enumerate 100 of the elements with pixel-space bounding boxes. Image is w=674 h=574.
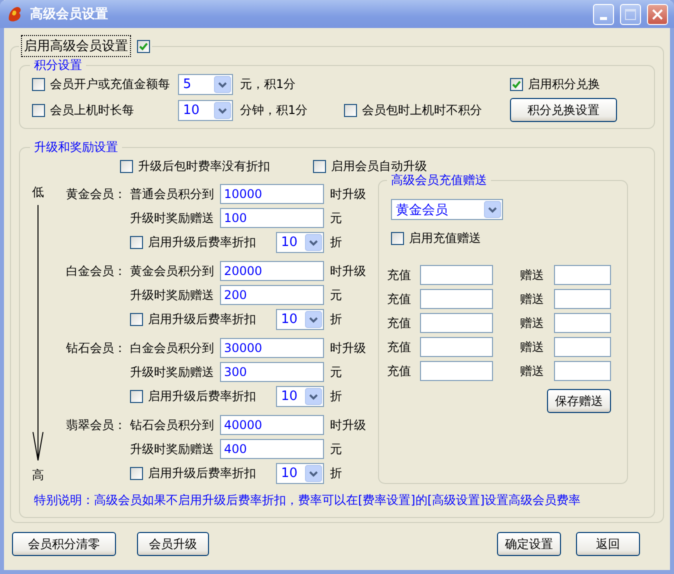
- field-label: 赠送: [519, 338, 545, 356]
- recharge-input[interactable]: [420, 361, 493, 381]
- unit-label: 元: [329, 364, 343, 380]
- unit-label: 元: [329, 210, 343, 226]
- unit-label: 元: [329, 440, 343, 458]
- checkbox-label: 启用升级后费率折扣: [148, 465, 256, 482]
- checkbox[interactable]: [130, 313, 143, 326]
- checkbox[interactable]: [32, 104, 45, 116]
- reward-input[interactable]: 400: [220, 439, 324, 459]
- bonus-input[interactable]: [554, 289, 611, 309]
- field-label: 升级时奖励赠送: [130, 286, 215, 304]
- minimize-button[interactable]: [593, 4, 614, 24]
- scale-label: 低: [32, 184, 44, 201]
- reward-input[interactable]: 200: [220, 285, 324, 305]
- points-input[interactable]: 20000: [220, 261, 324, 281]
- note-text: 特别说明：高级会员如果不启用升级后费率折扣，费率可以在[费率设置]的[高级设置]设置高级会员费率: [33, 492, 582, 509]
- close-button[interactable]: [647, 4, 668, 24]
- dropdown[interactable]: 10: [276, 386, 324, 407]
- checkbox-label: 启用充值赠送: [409, 230, 481, 247]
- dropdown[interactable]: 10: [178, 100, 233, 120]
- bonus-input[interactable]: [554, 361, 611, 381]
- reward-input[interactable]: 100: [220, 208, 324, 228]
- bonus-input[interactable]: [554, 265, 611, 285]
- points-input[interactable]: 40000: [220, 415, 324, 435]
- dropdown[interactable]: 黄金会员: [391, 199, 503, 220]
- unit-label: 折: [329, 234, 343, 251]
- scale-label: 高: [32, 467, 44, 484]
- close-icon: [652, 8, 663, 20]
- action-button[interactable]: 会员升级: [137, 532, 209, 556]
- save-bonus-button[interactable]: 保存赠送: [547, 389, 611, 413]
- unit-label: 分钟，积1分: [240, 102, 309, 118]
- field-label: 赠送: [519, 290, 545, 308]
- unit-label: 折: [329, 465, 343, 482]
- checkbox[interactable]: [344, 104, 357, 116]
- field-label: 充值: [387, 290, 412, 308]
- field-label: 普通会员积分到: [130, 186, 215, 202]
- action-button[interactable]: 确定设置: [497, 532, 561, 556]
- dropdown[interactable]: 10: [276, 463, 324, 484]
- checkbox[interactable]: [510, 78, 523, 91]
- action-button[interactable]: 返回: [576, 532, 640, 556]
- field-label: 充值: [387, 266, 412, 284]
- checkbox[interactable]: [137, 40, 150, 52]
- field-label: 充值: [387, 362, 412, 380]
- recharge-input[interactable]: [420, 313, 493, 333]
- checkbox-label: 会员上机时长每: [50, 102, 134, 118]
- checkbox-label: 启用积分兑换: [528, 76, 600, 93]
- checkbox[interactable]: [313, 160, 326, 172]
- unit-label: 时升级: [329, 262, 366, 280]
- checkbox[interactable]: [130, 390, 143, 403]
- field-label: 升级时奖励赠送: [130, 210, 215, 226]
- field-label: 赠送: [519, 314, 545, 332]
- recharge-input[interactable]: [420, 265, 493, 285]
- field-label: 赠送: [519, 362, 545, 380]
- group-title: 高级会员充值赠送: [390, 172, 488, 189]
- unit-label: 时升级: [329, 416, 366, 434]
- unit-label: 时升级: [329, 340, 366, 356]
- unit-label: 时升级: [329, 186, 366, 202]
- tier-name: 钻石会员：: [66, 340, 127, 356]
- bonus-input[interactable]: [554, 313, 611, 333]
- field-label: 黄金会员积分到: [130, 262, 215, 280]
- reward-input[interactable]: 300: [220, 362, 324, 382]
- field-label: 充值: [387, 338, 412, 356]
- field-label: 升级时奖励赠送: [130, 440, 215, 458]
- checkbox-label: 会员包时上机时不积分: [362, 102, 482, 118]
- unit-label: 折: [329, 388, 343, 405]
- checkbox[interactable]: [130, 467, 143, 480]
- action-button[interactable]: 会员积分清零: [12, 532, 116, 556]
- maximize-button[interactable]: [620, 4, 641, 24]
- checkbox-label: 会员开户或充值金额每: [50, 76, 170, 93]
- points-input[interactable]: 30000: [220, 338, 324, 358]
- dropdown[interactable]: 10: [276, 232, 324, 253]
- checkbox[interactable]: [32, 78, 45, 91]
- checkbox[interactable]: [120, 160, 133, 172]
- down-arrow-icon: [32, 205, 44, 463]
- checkbox-label: 升级后包时费率没有折扣: [138, 158, 270, 174]
- field-label: 升级时奖励赠送: [130, 364, 215, 380]
- minimize-icon: [600, 16, 607, 20]
- checkbox-label: 启用会员自动升级: [331, 158, 427, 174]
- checkbox-label: 启用升级后费率折扣: [148, 234, 256, 251]
- exchange-settings-button[interactable]: 积分兑换设置: [510, 98, 617, 122]
- tier-name: 黄金会员：: [66, 186, 127, 202]
- recharge-input[interactable]: [420, 337, 493, 357]
- dropdown[interactable]: 10: [276, 309, 324, 330]
- tier-name: 翡翠会员：: [66, 416, 127, 434]
- group-title: 积分设置: [33, 57, 83, 74]
- recharge-input[interactable]: [420, 289, 493, 309]
- field-label: 充值: [387, 314, 412, 332]
- checkbox-label: 启用高级会员设置: [21, 35, 131, 57]
- checkbox-label: 启用升级后费率折扣: [148, 388, 256, 405]
- dropdown[interactable]: 5: [178, 74, 233, 95]
- points-input[interactable]: 10000: [220, 184, 324, 204]
- field-label: 钻石会员积分到: [130, 416, 215, 434]
- bonus-input[interactable]: [554, 337, 611, 357]
- field-label: 白金会员积分到: [130, 340, 215, 356]
- field-label: 赠送: [519, 266, 545, 284]
- unit-label: 元: [329, 286, 343, 304]
- window-title: 高级会员设置: [30, 6, 109, 23]
- group-title: 升级和奖励设置: [33, 139, 119, 156]
- checkbox[interactable]: [391, 232, 404, 245]
- checkbox[interactable]: [130, 236, 143, 249]
